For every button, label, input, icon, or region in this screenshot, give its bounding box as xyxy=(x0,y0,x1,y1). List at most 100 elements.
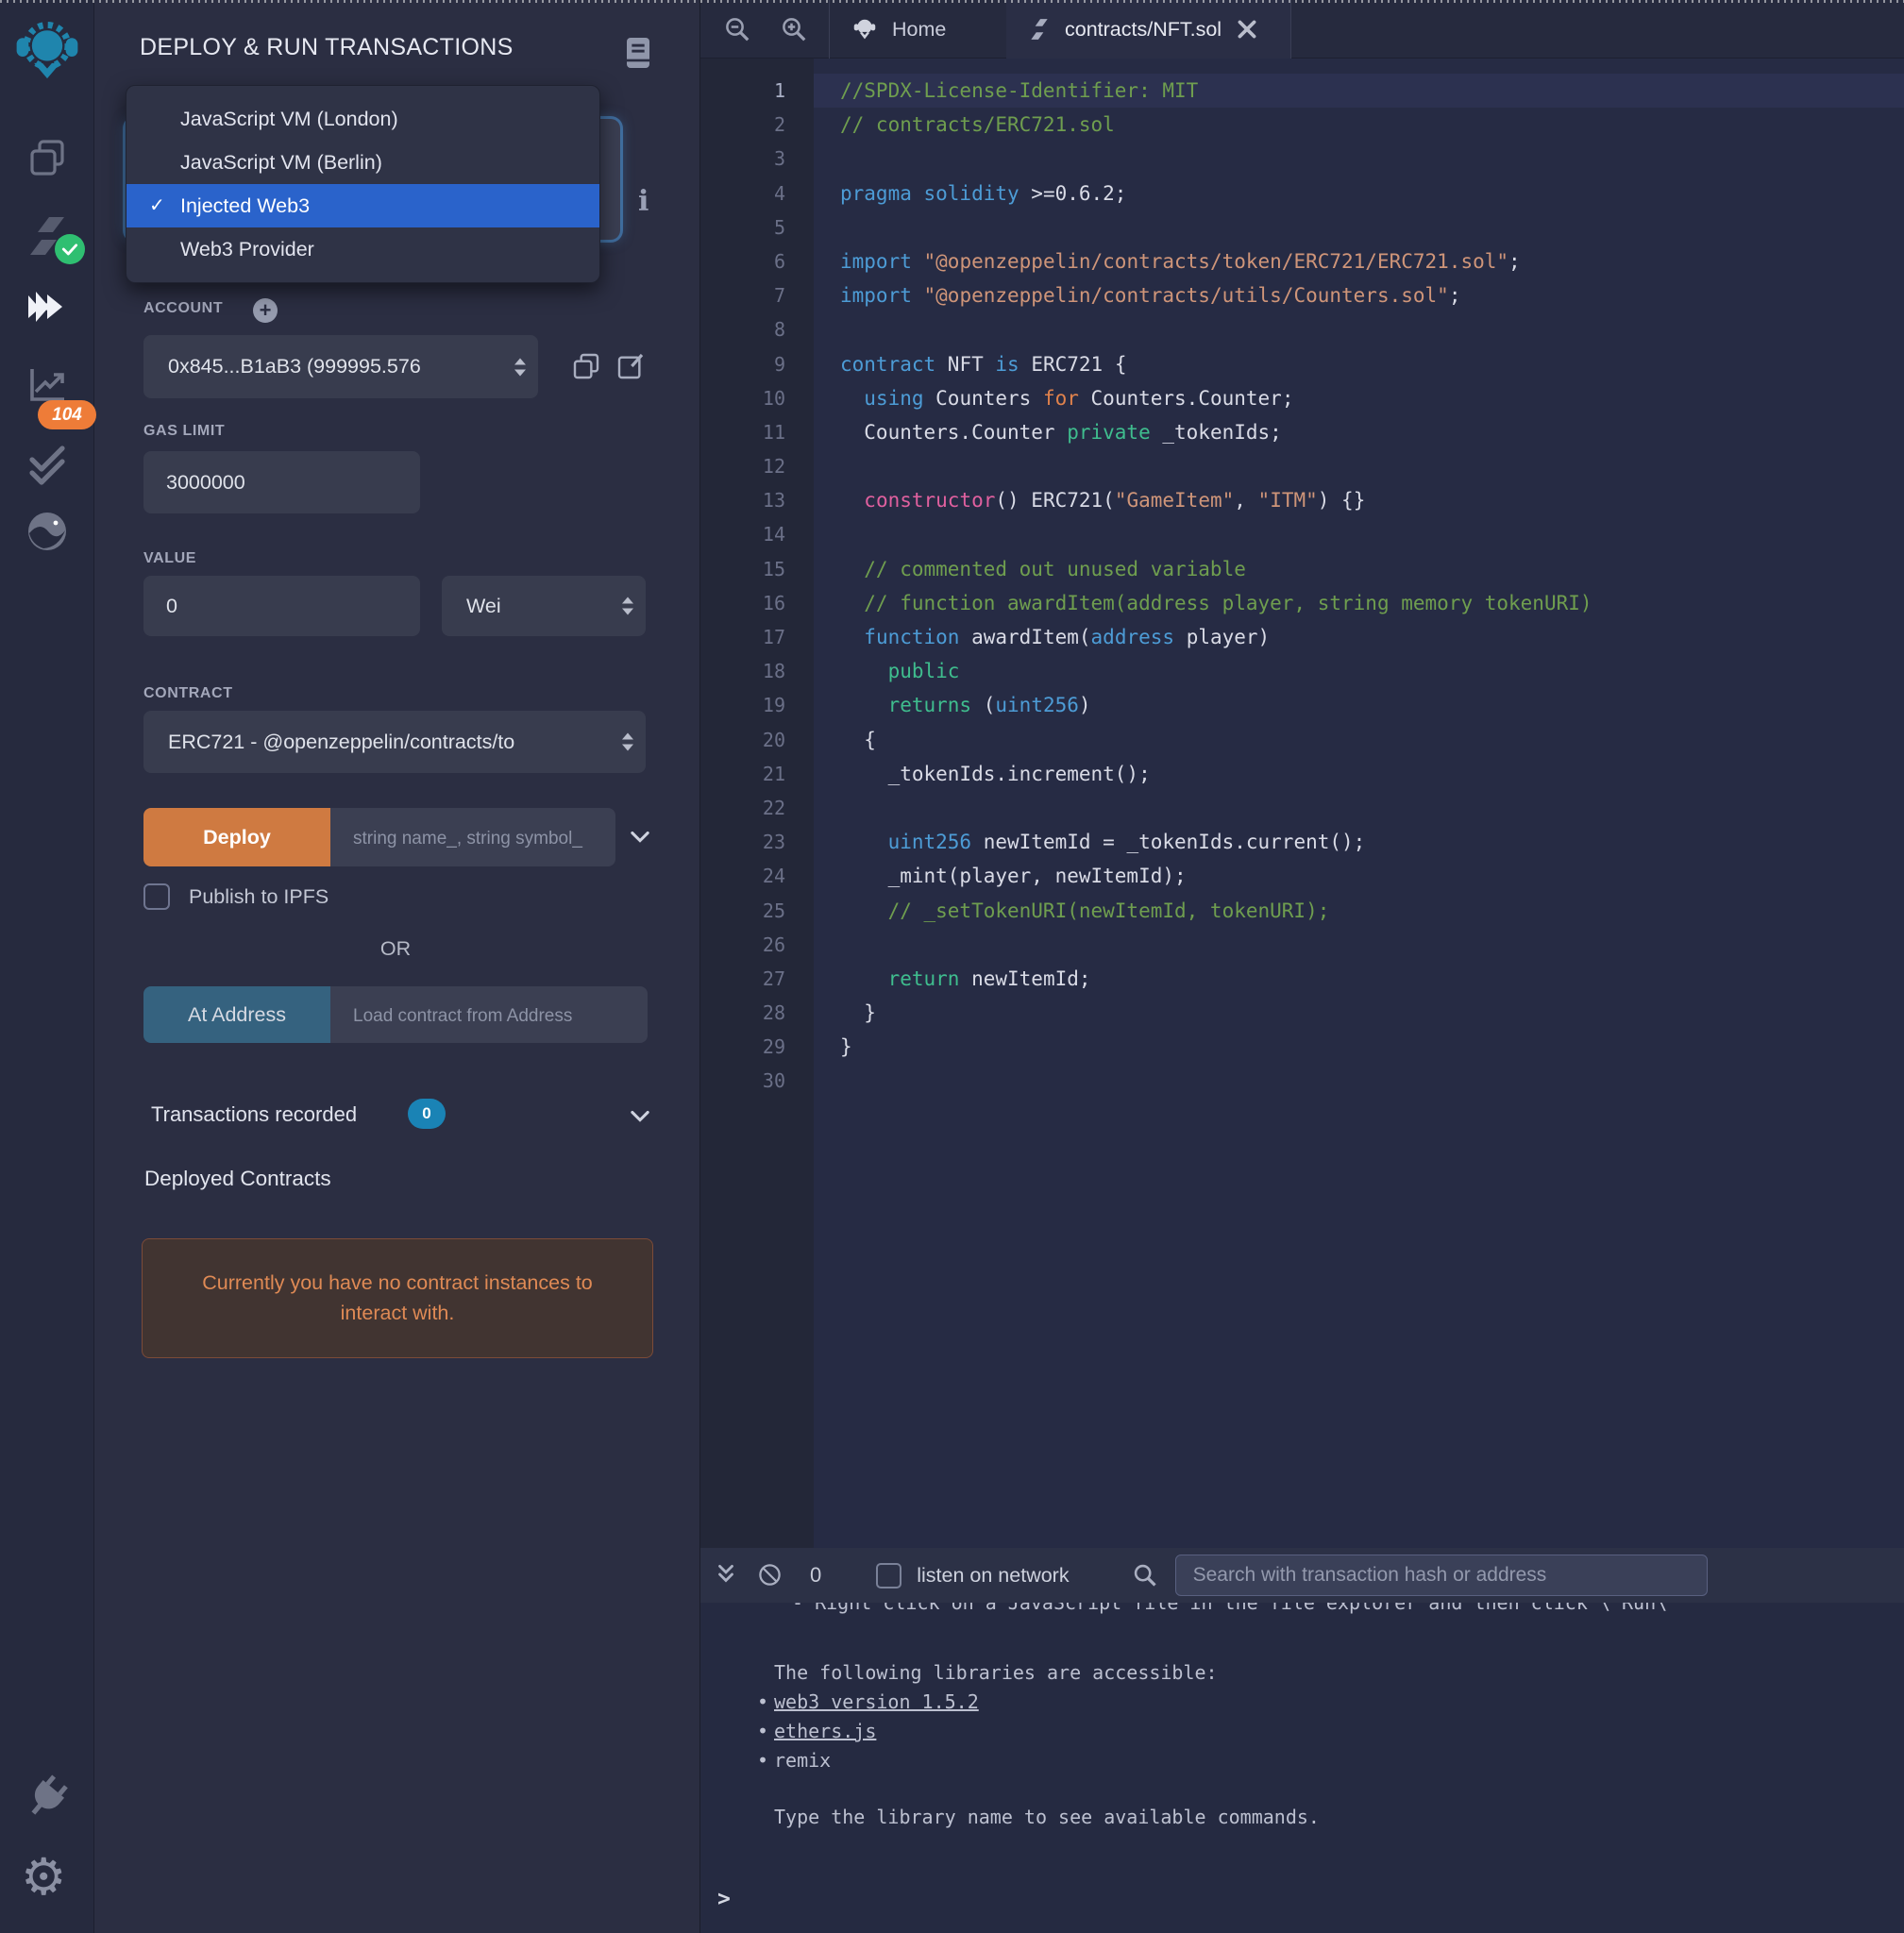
line-number: 5 xyxy=(700,210,814,244)
code-line[interactable]: 20 { xyxy=(700,723,1904,757)
line-number: 13 xyxy=(700,483,814,517)
deploy-expand-chevron-icon[interactable] xyxy=(627,823,653,849)
code-line[interactable]: 4pragma solidity >=0.6.2; xyxy=(700,176,1904,210)
code-line[interactable]: 12 xyxy=(700,449,1904,483)
copy-account-icon[interactable] xyxy=(571,351,601,381)
code-line[interactable]: 19 returns (uint256) xyxy=(700,688,1904,722)
code-line[interactable]: 11 Counters.Counter private _tokenIds; xyxy=(700,415,1904,449)
listen-network-checkbox[interactable] xyxy=(876,1563,901,1588)
deploy-run-icon[interactable] xyxy=(25,286,70,331)
clear-console-icon[interactable] xyxy=(757,1562,784,1588)
code-line[interactable]: 29} xyxy=(700,1030,1904,1064)
contract-stepper-icon[interactable] xyxy=(622,733,633,751)
code-line[interactable]: 1//SPDX-License-Identifier: MIT xyxy=(700,74,1904,108)
remix-home-icon xyxy=(851,15,879,43)
code-line[interactable]: 2// contracts/ERC721.sol xyxy=(700,108,1904,142)
edit-account-icon[interactable] xyxy=(615,351,646,381)
code-text: using Counters for Counters.Counter; xyxy=(814,381,1904,415)
code-line[interactable]: 16 // function awardItem(address player,… xyxy=(700,586,1904,620)
collapse-terminal-icon[interactable] xyxy=(714,1562,740,1588)
code-line[interactable]: 17 function awardItem(address player) xyxy=(700,620,1904,654)
line-number: 9 xyxy=(700,347,814,381)
or-separator-label: OR xyxy=(143,937,648,961)
code-line[interactable]: 21 _tokenIds.increment(); xyxy=(700,757,1904,791)
plugin-orb-icon[interactable] xyxy=(25,509,70,554)
code-line[interactable]: 3 xyxy=(700,142,1904,176)
remix-logo-icon[interactable] xyxy=(12,15,82,85)
code-line[interactable]: 18 public xyxy=(700,654,1904,688)
code-line[interactable]: 15 // commented out unused variable xyxy=(700,552,1904,586)
contract-value: ERC721 - @openzeppelin/contracts/to xyxy=(143,711,646,773)
code-line[interactable]: 24 _mint(player, newItemId); xyxy=(700,859,1904,893)
code-line[interactable]: 13 constructor() ERC721("GameItem", "ITM… xyxy=(700,483,1904,517)
environment-option[interactable]: ✓Injected Web3 xyxy=(126,184,599,227)
code-line[interactable]: 28 } xyxy=(700,996,1904,1030)
code-line[interactable]: 25 // _setTokenURI(newItemId, tokenURI); xyxy=(700,894,1904,928)
environment-option-label: JavaScript VM (London) xyxy=(180,108,398,130)
publish-ipfs-checkbox[interactable] xyxy=(143,883,170,910)
code-line[interactable]: 8 xyxy=(700,312,1904,346)
line-number: 7 xyxy=(700,278,814,312)
code-line[interactable]: 30 xyxy=(700,1064,1904,1098)
code-line[interactable]: 22 xyxy=(700,791,1904,825)
window-top-edge xyxy=(0,0,1904,3)
compile-success-badge-icon xyxy=(55,234,85,264)
code-line[interactable]: 14 xyxy=(700,517,1904,551)
account-label: ACCOUNT xyxy=(143,300,223,317)
terminal-library-item[interactable]: •web3 version 1.5.2 xyxy=(757,1690,1904,1713)
settings-gear-icon[interactable]: ⚙ xyxy=(21,1852,66,1903)
notification-count-badge: 104 xyxy=(38,400,96,429)
at-address-button[interactable]: At Address xyxy=(143,986,330,1043)
close-tab-icon[interactable] xyxy=(1235,17,1259,42)
code-text xyxy=(814,142,1904,176)
account-select[interactable]: 0x845...B1aB3 (999995.576 xyxy=(143,335,538,398)
terminal-library-item[interactable]: •ethers.js xyxy=(757,1720,1904,1742)
line-number: 24 xyxy=(700,859,814,893)
code-editor[interactable]: 1//SPDX-License-Identifier: MIT2// contr… xyxy=(700,0,1904,1548)
zoom-out-icon[interactable] xyxy=(723,15,751,43)
zoom-in-icon[interactable] xyxy=(780,15,808,43)
deploy-args-input[interactable] xyxy=(330,808,615,866)
account-stepper-icon[interactable] xyxy=(514,358,526,376)
code-line[interactable]: 7import "@openzeppelin/contracts/utils/C… xyxy=(700,278,1904,312)
environment-option[interactable]: Web3 Provider xyxy=(126,227,599,271)
value-unit-select[interactable]: Wei xyxy=(442,576,646,636)
code-line[interactable]: 6import "@openzeppelin/contracts/token/E… xyxy=(700,244,1904,278)
documentation-book-icon[interactable] xyxy=(623,36,653,70)
code-text: contract NFT is ERC721 { xyxy=(814,347,1904,381)
code-line[interactable]: 27 return newItemId; xyxy=(700,962,1904,996)
code-text: pragma solidity >=0.6.2; xyxy=(814,176,1904,210)
deploy-button[interactable]: Deploy xyxy=(143,808,330,866)
transactions-chevron-icon[interactable] xyxy=(627,1102,653,1129)
line-number: 10 xyxy=(700,381,814,415)
terminal-output[interactable]: - Right click on a JavaScript file in th… xyxy=(700,1603,1904,1933)
environment-option-label: JavaScript VM (Berlin) xyxy=(180,151,382,174)
tab-nft-sol[interactable]: contracts/NFT.sol xyxy=(1006,0,1290,59)
environment-option[interactable]: JavaScript VM (London) xyxy=(126,97,599,141)
file-explorer-icon[interactable] xyxy=(25,136,70,181)
code-line[interactable]: 10 using Counters for Counters.Counter; xyxy=(700,381,1904,415)
info-icon[interactable]: i xyxy=(638,185,657,223)
code-text: import "@openzeppelin/contracts/utils/Co… xyxy=(814,278,1904,312)
code-line[interactable]: 5 xyxy=(700,210,1904,244)
line-number: 15 xyxy=(700,552,814,586)
warning-text: Currently you have no contract instances… xyxy=(188,1269,607,1327)
at-address-input[interactable] xyxy=(330,986,648,1043)
add-account-icon[interactable]: + xyxy=(253,298,278,323)
contract-select[interactable]: ERC721 - @openzeppelin/contracts/to xyxy=(143,711,646,773)
environment-option[interactable]: JavaScript VM (Berlin) xyxy=(126,141,599,184)
line-number: 6 xyxy=(700,244,814,278)
value-input[interactable] xyxy=(143,576,420,636)
value-label: VALUE xyxy=(143,550,196,567)
gas-limit-input[interactable] xyxy=(143,451,420,513)
code-line[interactable]: 9contract NFT is ERC721 { xyxy=(700,347,1904,381)
code-line[interactable]: 26 xyxy=(700,928,1904,962)
code-line[interactable]: 23 uint256 newItemId = _tokenIds.current… xyxy=(700,825,1904,859)
terminal-library-item: •remix xyxy=(757,1749,1904,1772)
unit-stepper-icon[interactable] xyxy=(622,597,633,615)
transactions-count-badge: 0 xyxy=(408,1099,446,1129)
tab-home[interactable]: Home xyxy=(830,0,1006,59)
terminal-search-input[interactable] xyxy=(1175,1555,1708,1596)
plugin-manager-icon[interactable] xyxy=(15,1763,79,1827)
unit-testing-icon[interactable] xyxy=(25,443,70,488)
